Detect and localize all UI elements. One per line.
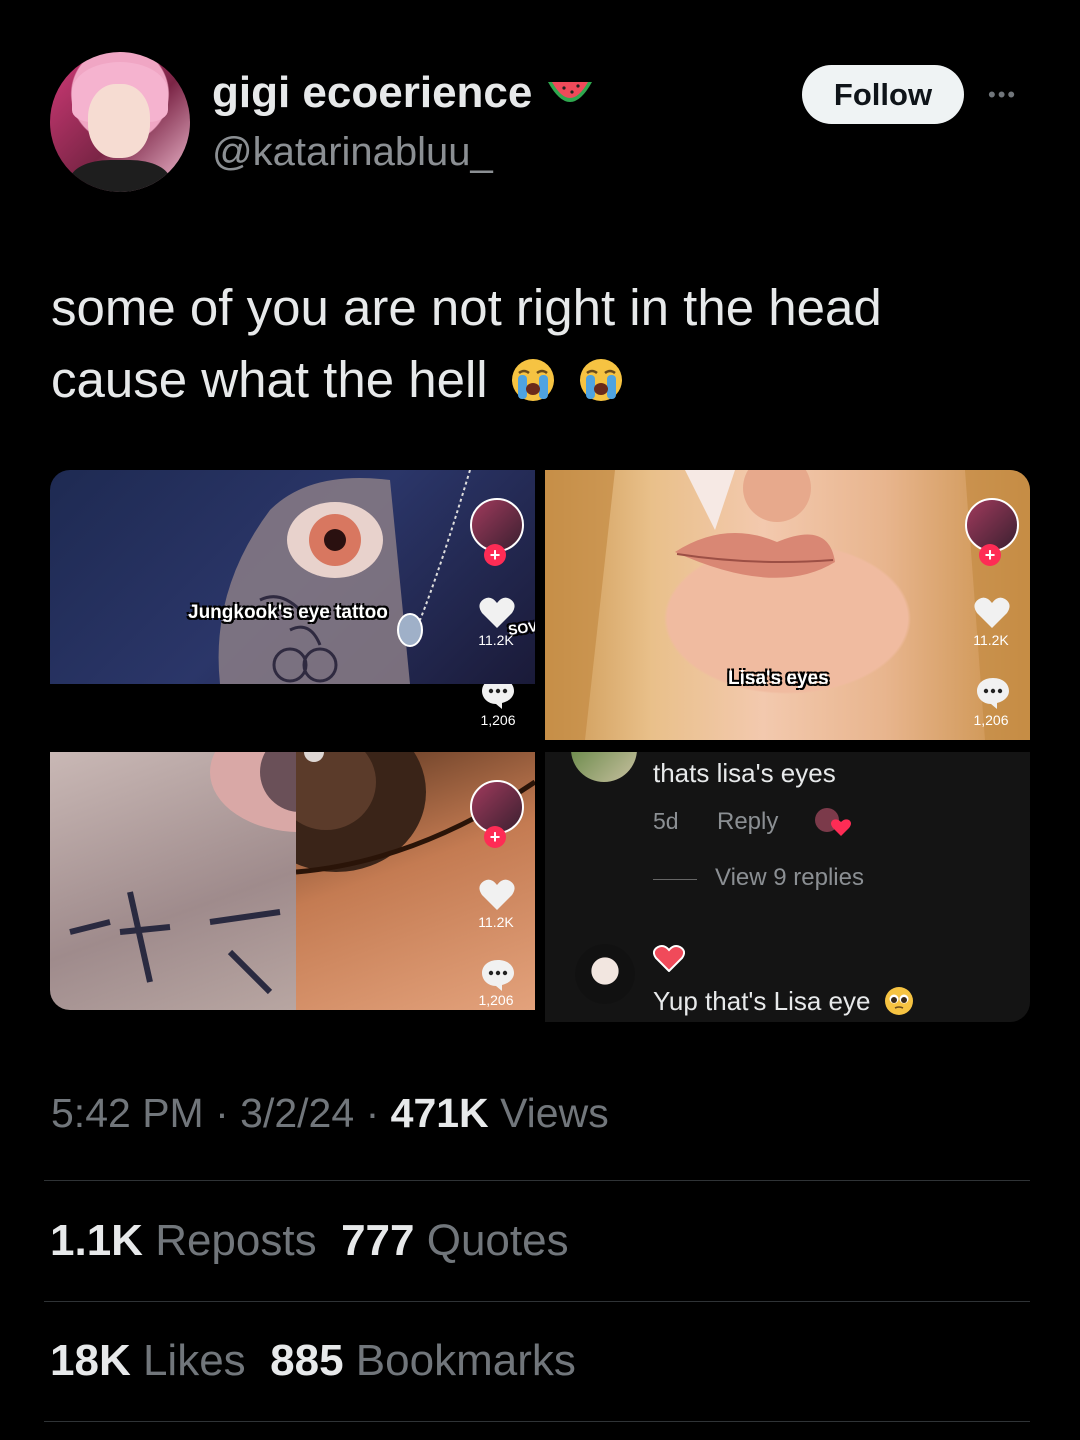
bookmarks-stat[interactable]: 885 Bookmarks <box>270 1336 576 1385</box>
author-display-name[interactable]: gigi ecoerience <box>212 68 594 118</box>
follow-button[interactable]: Follow <box>802 65 964 124</box>
comment-text: thats lisa's eyes <box>653 758 836 788</box>
quotes-stat[interactable]: 777 Quotes <box>341 1216 569 1265</box>
commenter-avatar[interactable] <box>575 944 635 1004</box>
like-bookmark-stats: 18K Likes 885 Bookmarks <box>50 1336 576 1386</box>
quotes-count: 777 <box>341 1216 415 1265</box>
creator-liked-icon <box>815 808 851 836</box>
comment-text: Yup that's Lisa eye <box>653 986 914 1017</box>
caption-lisa: Lisa's eyes <box>728 668 829 689</box>
views-label: Views <box>500 1090 609 1136</box>
meta-separator: · <box>215 1090 229 1136</box>
tweet-meta: 5:42 PM · 3/2/24 · 471K Views <box>51 1090 609 1137</box>
divider <box>44 1180 1030 1181</box>
like-count: 11.2K <box>478 632 514 648</box>
likes-count: 18K <box>50 1336 131 1385</box>
bookmarks-label: Bookmarks <box>355 1336 576 1385</box>
author-handle[interactable]: @katarinabluu_ <box>212 130 493 175</box>
bookmarks-count: 885 <box>270 1336 344 1385</box>
tweet-time[interactable]: 5:42 PM <box>51 1090 204 1136</box>
watermelon-icon <box>548 82 593 102</box>
caption-jungkook: Jungkook's eye tattoo <box>188 602 388 623</box>
reposts-count: 1.1K <box>50 1216 143 1265</box>
media-tile-top-left-footer: 1,206 <box>50 684 535 742</box>
more-icon[interactable]: ••• <box>988 82 1028 107</box>
media-tile-bottom-left[interactable] <box>50 752 296 1010</box>
lisa-face-image <box>545 470 1030 740</box>
display-name-text: gigi ecoerience <box>212 68 533 117</box>
comment-age: 5d <box>653 808 679 834</box>
reposts-label: Reposts <box>155 1216 317 1265</box>
comment-count: 1,206 <box>480 712 516 728</box>
heart-icon[interactable] <box>478 596 516 630</box>
tattoo-closeup-image <box>69 752 296 995</box>
tweet-text-line2-text: cause what the hell <box>51 351 488 408</box>
like-count: 11.2K <box>478 914 514 930</box>
comment-icon[interactable] <box>480 958 516 992</box>
follow-plus-icon[interactable]: + <box>484 544 506 566</box>
media-tile-top-right[interactable]: Lisa's eyes + 11.2K 1,206 <box>545 470 1030 740</box>
comment-icon[interactable] <box>975 676 1011 710</box>
tweet-text-line1: some of you are not right in the head <box>51 279 882 336</box>
media-tile-comments[interactable]: thats lisa's eyes 5d Reply View 9 replie… <box>545 752 1030 1022</box>
reply-button[interactable]: Reply <box>717 808 778 836</box>
like-count: 11.2K <box>973 632 1009 648</box>
media-tile-top-left[interactable]: Jungkook's eye tattoo SOV + 11.2K <box>50 470 535 684</box>
divider <box>44 1301 1030 1302</box>
views-count: 471K <box>390 1090 489 1136</box>
tweet-date[interactable]: 3/2/24 <box>240 1090 354 1136</box>
replies-divider <box>653 879 697 880</box>
tweet-text: some of you are not right in the head ca… <box>51 272 1011 416</box>
pleading-face-icon <box>884 987 913 1015</box>
comment-text-body: Yup that's Lisa eye <box>653 986 871 1016</box>
loudly-crying-face-icon <box>511 359 554 401</box>
media-tile-bottom-middle[interactable]: + 11.2K 1,206 <box>296 752 535 1010</box>
follow-plus-icon[interactable]: + <box>979 544 1001 566</box>
divider <box>44 1421 1030 1422</box>
heart-icon[interactable] <box>973 596 1011 630</box>
likes-label: Likes <box>142 1336 246 1385</box>
necklace-image <box>397 470 471 647</box>
view-replies-link[interactable]: View 9 replies <box>715 864 864 892</box>
author-avatar[interactable] <box>50 52 190 192</box>
repost-quote-stats: 1.1K Reposts 777 Quotes <box>50 1216 569 1266</box>
comment-icon[interactable] <box>480 684 516 710</box>
heart-sticker-icon <box>653 945 685 972</box>
meta-separator: · <box>365 1090 380 1136</box>
tweet-text-line2: cause what the hell <box>51 344 1011 416</box>
comment-count: 1,206 <box>973 712 1009 728</box>
likes-stat[interactable]: 18K Likes <box>50 1336 246 1385</box>
reposts-stat[interactable]: 1.1K Reposts <box>50 1216 317 1265</box>
quotes-label: Quotes <box>426 1216 569 1265</box>
comment-count: 1,206 <box>478 992 514 1008</box>
commenter-avatar[interactable] <box>571 752 637 782</box>
heart-icon[interactable] <box>478 878 516 912</box>
follow-plus-icon[interactable]: + <box>484 826 506 848</box>
loudly-crying-face-icon <box>579 359 622 401</box>
